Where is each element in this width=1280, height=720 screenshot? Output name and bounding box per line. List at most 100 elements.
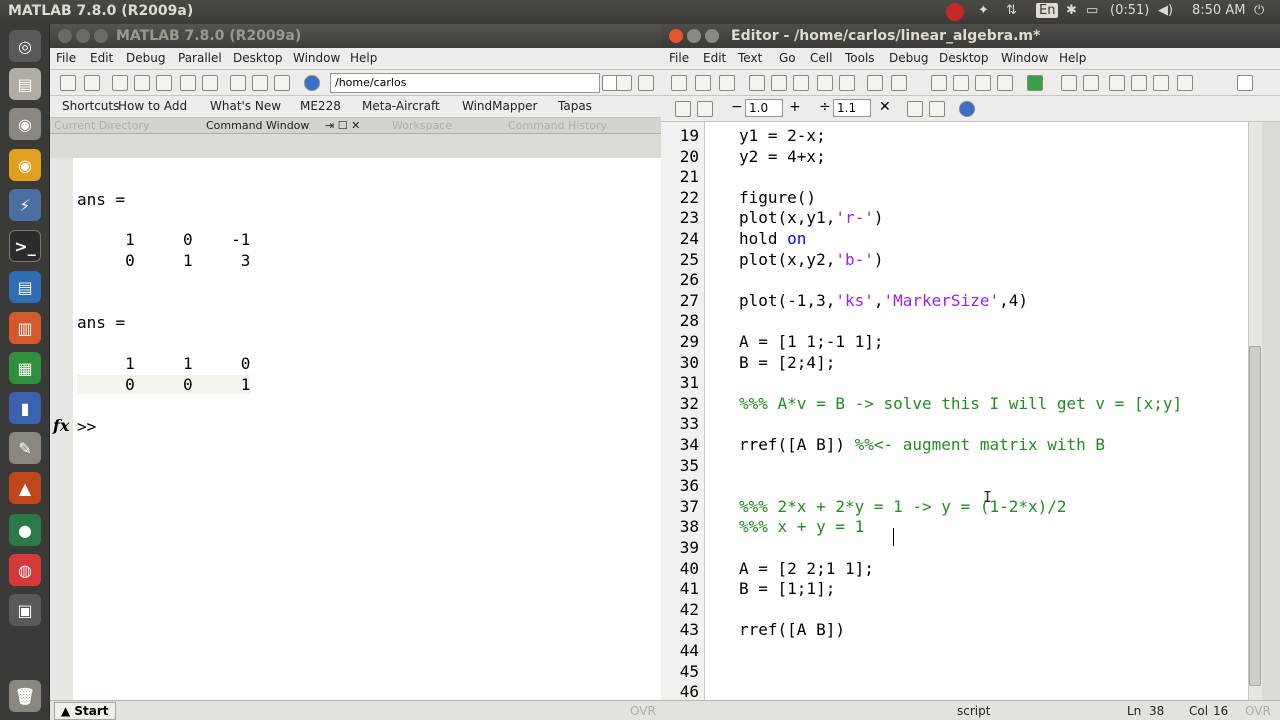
divide-icon[interactable]: ÷ bbox=[819, 99, 831, 115]
code-editor[interactable]: 19 20 21 22 23 24 25 26 27 28 29 30 31 32 33 34 35 36 37 38… bbox=[661, 122, 1248, 701]
calc-icon[interactable]: ▦ bbox=[9, 352, 41, 384]
code-line[interactable]: y2 = 4+x; bbox=[739, 147, 826, 166]
code-line[interactable]: B = [2;4]; bbox=[739, 353, 835, 372]
code-line[interactable]: hold on bbox=[739, 229, 806, 248]
tab-command-window[interactable]: Command Window bbox=[206, 119, 309, 132]
undo-icon[interactable] bbox=[180, 75, 196, 91]
ed-menu-debug[interactable]: Debug bbox=[889, 51, 928, 65]
shortcut-me228[interactable]: ME228 bbox=[300, 99, 341, 113]
menu-help[interactable]: Help bbox=[350, 51, 377, 65]
red-app-icon[interactable]: ◍ bbox=[9, 554, 41, 586]
help-icon[interactable] bbox=[304, 75, 320, 91]
document-icon[interactable]: ▮ bbox=[9, 392, 41, 424]
shortcut-tapas[interactable]: Tapas bbox=[558, 99, 592, 113]
files-icon[interactable]: ▤ bbox=[9, 68, 41, 100]
cell-scale-icon[interactable] bbox=[907, 101, 923, 117]
menu-parallel[interactable]: Parallel bbox=[178, 51, 222, 65]
bluetooth-icon[interactable]: ✱ bbox=[1066, 3, 1077, 18]
ed-find-icon[interactable] bbox=[891, 75, 907, 91]
scrollbar-thumb[interactable] bbox=[1249, 346, 1261, 686]
text-editor-icon[interactable]: ✎ bbox=[9, 432, 41, 464]
tab-command-history[interactable]: Command History bbox=[508, 119, 607, 132]
guide-icon[interactable] bbox=[252, 75, 268, 91]
clock[interactable]: 8:50 AM bbox=[1192, 3, 1245, 18]
impress-icon[interactable]: ▥ bbox=[9, 312, 41, 344]
chrome-icon[interactable]: ◉ bbox=[9, 149, 41, 181]
code-line[interactable]: rref([A B]) bbox=[739, 620, 845, 639]
menu-file[interactable]: File bbox=[56, 51, 76, 65]
multiply-icon[interactable]: ✕ bbox=[879, 99, 891, 115]
ed-menu-text[interactable]: Text bbox=[738, 51, 762, 65]
code-line[interactable]: %%% x + y = 1 bbox=[739, 517, 864, 536]
new-file-icon[interactable] bbox=[60, 75, 76, 91]
code-line[interactable]: plot(x,y2,'b-') bbox=[739, 250, 884, 269]
ed-new-icon[interactable] bbox=[671, 75, 687, 91]
copy-icon[interactable] bbox=[134, 75, 150, 91]
ed-menu-help[interactable]: Help bbox=[1059, 51, 1086, 65]
ed-print-icon[interactable] bbox=[867, 75, 883, 91]
go-up-folder-icon[interactable] bbox=[638, 75, 654, 91]
editor-minimize-button[interactable] bbox=[687, 29, 701, 43]
ed-run-icon[interactable] bbox=[1027, 75, 1043, 91]
menu-debug[interactable]: Debug bbox=[126, 51, 165, 65]
writer-icon[interactable]: ▤ bbox=[9, 271, 41, 303]
ed-open-icon[interactable] bbox=[695, 75, 711, 91]
ed-undo-icon[interactable] bbox=[817, 75, 833, 91]
increment-icon[interactable]: + bbox=[789, 99, 801, 115]
ed-menu-desktop[interactable]: Desktop bbox=[939, 51, 989, 65]
editor-close-button[interactable] bbox=[669, 29, 683, 43]
code-line[interactable]: %%% 2*x + 2*y = 1 -> y = (1-2*x)/2 bbox=[739, 497, 1067, 516]
ed-binoculars-icon[interactable] bbox=[931, 75, 947, 91]
shortcut-whats-new[interactable]: What's New bbox=[210, 99, 281, 113]
command-window[interactable]: ans = 1 0 -1 0 1 3 ans = 1 1 0 0 0 1 fx … bbox=[50, 158, 661, 700]
simulink-icon[interactable] bbox=[230, 75, 246, 91]
code-line[interactable]: %%% A*v = B -> solve this I will get v =… bbox=[739, 394, 1182, 413]
ed-copy-icon[interactable] bbox=[771, 75, 787, 91]
ed-step-in-icon[interactable] bbox=[1131, 75, 1147, 91]
ed-menu-go[interactable]: Go bbox=[779, 51, 796, 65]
ed-menu-window[interactable]: Window bbox=[1001, 51, 1048, 65]
keyboard-layout[interactable]: En bbox=[1036, 3, 1059, 18]
browse-folder-button[interactable] bbox=[616, 75, 632, 91]
ed-continue-icon[interactable] bbox=[1177, 75, 1193, 91]
dropbox-icon[interactable]: ✦ bbox=[978, 3, 989, 18]
trash-icon[interactable]: 🗑 bbox=[9, 680, 41, 712]
cell-value-a[interactable]: 1.0 bbox=[745, 99, 783, 117]
profiler-icon[interactable] bbox=[274, 75, 290, 91]
minimize-button[interactable] bbox=[76, 29, 90, 43]
code-line[interactable]: B = [1;1]; bbox=[739, 579, 835, 598]
ed-forward-icon[interactable] bbox=[975, 75, 991, 91]
decrement-icon[interactable]: − bbox=[731, 99, 743, 115]
app-icon[interactable]: ⚡ bbox=[9, 189, 41, 221]
shortcut-windmapper[interactable]: WindMapper bbox=[462, 99, 537, 113]
maximize-button[interactable] bbox=[94, 29, 108, 43]
ed-step-out-icon[interactable] bbox=[1153, 75, 1169, 91]
shortcut-how-to-add[interactable]: How to Add bbox=[118, 99, 187, 113]
ed-menu-file[interactable]: File bbox=[669, 51, 689, 65]
ed-cut-icon[interactable] bbox=[749, 75, 765, 91]
open-file-icon[interactable] bbox=[84, 75, 100, 91]
cell-value-b[interactable]: 1.1 bbox=[833, 99, 871, 117]
cell-scale-b-icon[interactable] bbox=[929, 101, 945, 117]
code-line[interactable]: plot(-1,3,'ks','MarkerSize',4) bbox=[739, 291, 1028, 310]
code-line[interactable]: rref([A B]) %%<- augment matrix with B bbox=[739, 435, 1105, 454]
ed-menu-cell[interactable]: Cell bbox=[810, 51, 832, 65]
menu-window[interactable]: Window bbox=[293, 51, 340, 65]
record-indicator-icon[interactable] bbox=[946, 3, 964, 21]
matlab-icon[interactable]: ▲ bbox=[9, 472, 41, 504]
volume-icon[interactable]: ◀) bbox=[1158, 3, 1173, 18]
terminal-icon[interactable]: >_ bbox=[9, 230, 41, 262]
current-directory-field[interactable]: /home/carlos bbox=[330, 73, 600, 93]
code-line[interactable]: A = [1 1;-1 1]; bbox=[739, 332, 884, 351]
ed-dock-icon[interactable] bbox=[1237, 75, 1253, 91]
cell-help-icon[interactable] bbox=[959, 101, 975, 117]
editor-maximize-button[interactable] bbox=[705, 29, 719, 43]
power-icon[interactable]: ⏻ bbox=[1254, 3, 1264, 18]
ed-redo-icon[interactable] bbox=[839, 75, 855, 91]
ed-clear-breakpoints-icon[interactable] bbox=[1083, 75, 1099, 91]
dash-icon[interactable]: ◎ bbox=[9, 30, 41, 62]
battery-icon[interactable]: ▭ bbox=[1086, 3, 1098, 18]
camera-icon[interactable]: ◉ bbox=[9, 108, 41, 140]
close-button[interactable] bbox=[58, 29, 72, 43]
shortcut-shortcuts[interactable]: Shortcuts bbox=[62, 99, 119, 113]
